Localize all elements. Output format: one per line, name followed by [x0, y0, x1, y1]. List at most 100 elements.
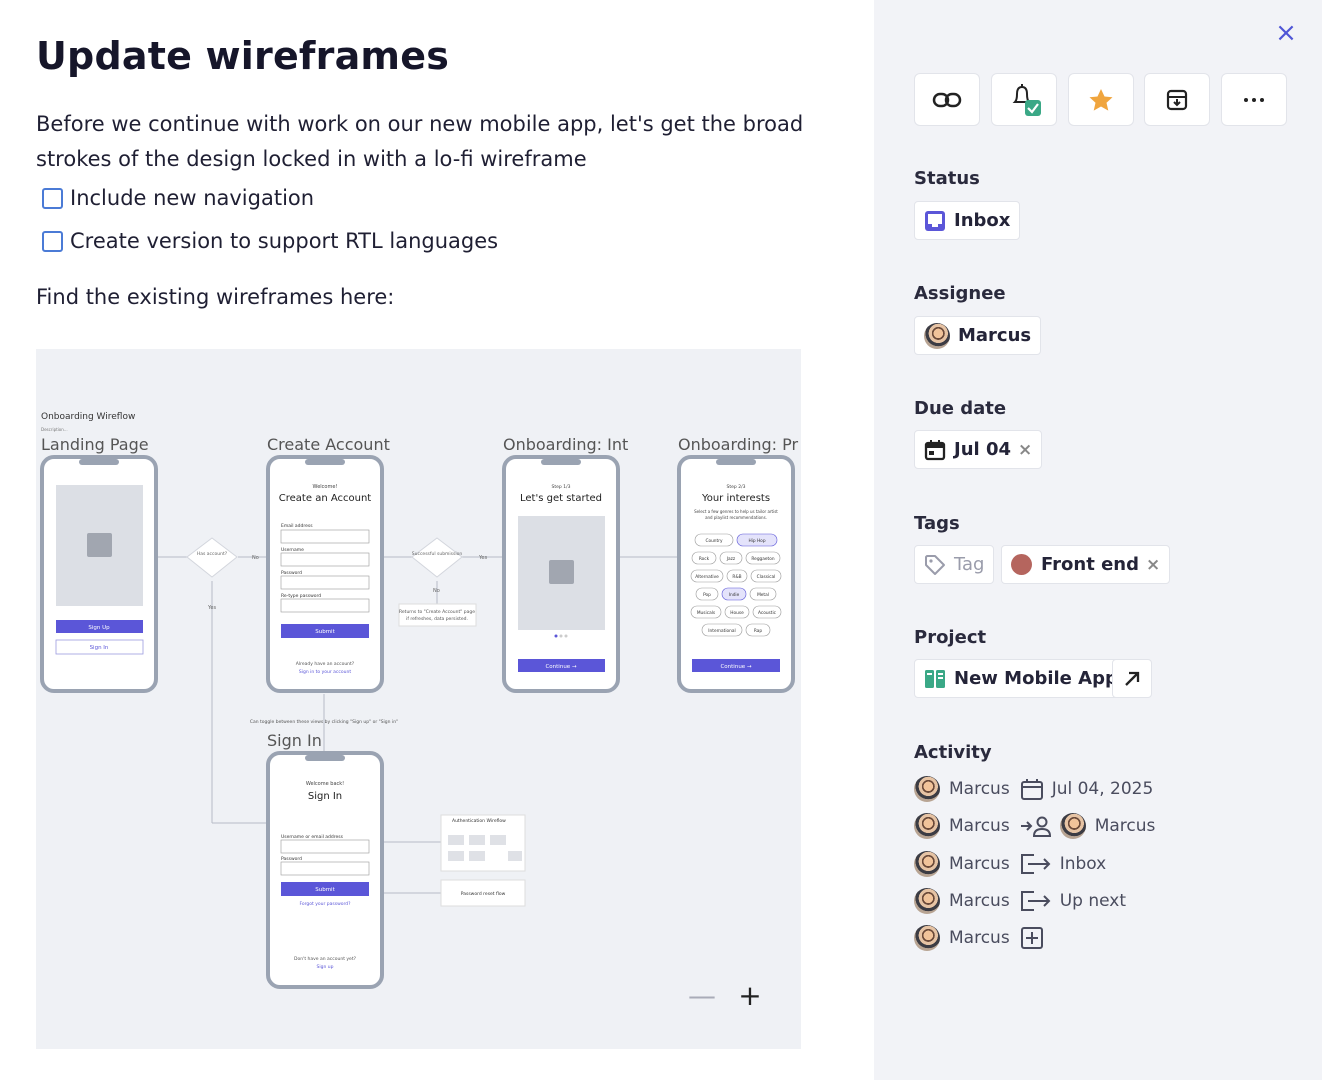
image-placeholder-icon	[549, 560, 574, 584]
activity-user: Marcus	[949, 854, 1010, 874]
phone-onboarding-1: Step 1/3 Let's get started Continue →	[502, 455, 620, 693]
project-value: New Mobile App	[954, 668, 1118, 689]
avatar	[914, 813, 940, 839]
favorite-button[interactable]	[1068, 73, 1134, 126]
checklist-item-label: Create version to support RTL languages	[70, 229, 499, 253]
avatar	[914, 888, 940, 914]
clear-due-date-button[interactable]: ×	[1018, 440, 1032, 460]
genre-pill-label: R&B	[732, 574, 741, 580]
wf-submit-button: Submit	[315, 629, 335, 635]
wf-continue-button: Continue →	[720, 664, 751, 670]
tag-color-dot	[1011, 554, 1032, 575]
wf-link: Forgot your password?	[299, 901, 351, 907]
assignee-value: Marcus	[958, 325, 1032, 346]
checkbox[interactable]	[42, 187, 63, 209]
archive-button[interactable]	[1144, 73, 1210, 126]
decision-successful	[411, 537, 463, 578]
wf-text: Step 1/3	[552, 484, 571, 490]
tag-chip[interactable]: Front end ×	[1001, 545, 1171, 584]
checklist-item[interactable]: Include new navigation	[42, 186, 314, 210]
note-text: Returns to "Create Account" page	[399, 609, 475, 615]
activity-user: Marcus	[949, 779, 1010, 799]
task-description[interactable]: Before we continue with work on our new …	[36, 107, 826, 177]
checkbox[interactable]	[42, 230, 63, 252]
subscribe-button[interactable]	[991, 73, 1057, 126]
wf-text: Welcome!	[313, 484, 338, 490]
assignee-label: Assignee	[914, 283, 1006, 304]
assignee-selector[interactable]: Marcus	[914, 316, 1042, 355]
phone-signin: Welcome back! Sign In Username or email …	[266, 751, 384, 989]
due-date-selector[interactable]: Jul 04 ×	[914, 430, 1043, 469]
flow-label-yes: Yes	[207, 605, 216, 611]
task-title[interactable]: Update wireframes	[36, 34, 449, 78]
wf-heading: Let's get started	[520, 493, 602, 504]
phone-onboarding-2: Step 2/3 Your interests Select a few gen…	[677, 455, 795, 693]
task-detail-main: Update wireframes Before we continue wit…	[0, 0, 874, 1080]
inbox-icon	[925, 210, 945, 231]
archive-icon	[1166, 89, 1188, 110]
genre-pill-label: Rap	[754, 628, 763, 634]
move-icon	[1020, 889, 1052, 913]
screen-label-signin: Sign In	[267, 731, 322, 750]
wf-field-label: Username or email address	[281, 834, 344, 840]
project-icon	[925, 669, 945, 688]
add-tag-button[interactable]: Tag	[914, 545, 995, 584]
activity-text: Up next	[1059, 891, 1126, 911]
activity-item: Marcus Up next	[914, 887, 1126, 915]
note-box	[398, 603, 477, 627]
phone-create-account: Welcome! Create an Account Email address…	[266, 455, 384, 693]
wf-text: Welcome back!	[306, 781, 344, 787]
remove-tag-button[interactable]: ×	[1146, 555, 1160, 575]
activity-user: Marcus	[949, 891, 1010, 911]
genre-pill-label: International	[708, 628, 735, 634]
flow-label-yes: Yes	[478, 555, 487, 561]
avatar	[914, 925, 940, 951]
activity-user: Marcus	[949, 928, 1010, 948]
screen-label-onboarding-2: Onboarding: Pr	[678, 435, 799, 454]
open-project-button[interactable]	[1112, 659, 1152, 698]
wf-heading: Create an Account	[279, 493, 372, 504]
board-desc: Description...	[41, 427, 68, 432]
wireframe-embed[interactable]: Onboarding Wireflow Description... Landi…	[36, 349, 801, 1049]
activity-user: Marcus	[949, 816, 1010, 836]
activity-text: Jul 04, 2025	[1051, 779, 1154, 799]
activity-text: Inbox	[1059, 854, 1107, 874]
wf-text: and playlist recommendations.	[705, 515, 767, 520]
screen-label-onboarding-1: Onboarding: Int	[503, 435, 628, 454]
wf-continue-button: Continue →	[545, 664, 576, 670]
genre-pill-label: Musicals	[697, 610, 716, 616]
wf-field-label: Email address	[281, 523, 313, 529]
wf-heading: Your interests	[701, 493, 770, 504]
copy-link-button[interactable]	[914, 73, 980, 126]
wf-text: Authentication Wireflow	[452, 818, 506, 824]
genre-pill-label: Metal	[757, 592, 769, 598]
wf-heading: Sign In	[308, 791, 342, 802]
wf-signin-button: Sign In	[90, 645, 109, 651]
image-placeholder-icon	[87, 533, 112, 557]
close-button[interactable]: ×	[1272, 20, 1300, 48]
flow-label-no: No	[433, 588, 440, 594]
avatar	[914, 776, 940, 802]
note-text: if refreshes, data persisted.	[406, 616, 468, 622]
activity-item: Marcus Marcus	[914, 812, 1155, 840]
zoom-out-button[interactable]: —	[688, 982, 716, 1011]
more-options-button[interactable]	[1221, 73, 1287, 126]
board-title: Onboarding Wireflow	[41, 412, 135, 422]
wf-text: Don't have an account yet?	[294, 956, 357, 962]
genre-pill-label: Alternative	[695, 574, 719, 580]
zoom-in-button[interactable]: +	[736, 982, 764, 1011]
activity-label: Activity	[914, 742, 992, 763]
activity-item: Marcus Jul 04, 2025	[914, 775, 1153, 803]
checklist-item-label: Include new navigation	[70, 186, 315, 210]
avatar	[914, 851, 940, 877]
project-selector[interactable]: New Mobile App	[914, 659, 1128, 698]
calendar-icon	[1020, 777, 1044, 801]
tag-name: Front end	[1041, 554, 1139, 575]
tag-placeholder: Tag	[954, 554, 985, 575]
screen-label-create: Create Account	[267, 435, 390, 454]
genre-pill-label: Pop	[703, 592, 711, 598]
link-icon	[932, 92, 962, 107]
avatar	[924, 322, 950, 349]
status-selector[interactable]: Inbox	[914, 201, 1021, 240]
checklist-item[interactable]: Create version to support RTL languages	[42, 229, 498, 253]
